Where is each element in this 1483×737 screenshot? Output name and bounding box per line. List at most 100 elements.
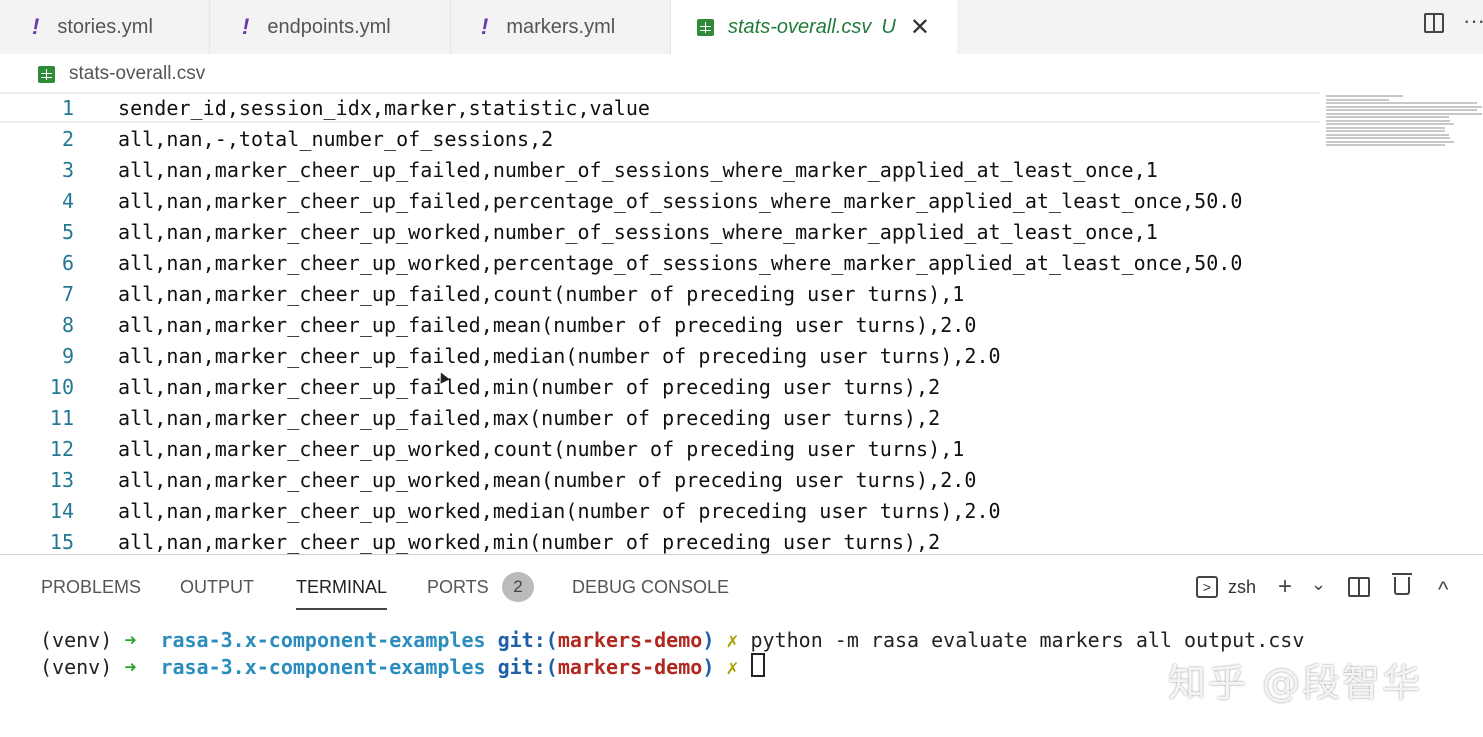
tab-endpoints-yml[interactable]: ! endpoints.yml [210,0,451,54]
terminal-line[interactable]: (venv) ➜ rasa-3.x-component-examples git… [40,653,765,679]
prompt-directory: rasa-3.x-component-examples [160,628,486,652]
prompt-directory: rasa-3.x-component-examples [160,655,486,679]
yaml-file-icon: ! [481,14,489,39]
ports-count-badge: 2 [502,572,534,602]
venv-label: (venv) [40,628,113,652]
code-line[interactable]: 15 all,nan,marker_cheer_up_worked,min(num… [0,526,1320,557]
tab-stories-yml[interactable]: ! stories.yml [0,0,210,54]
code-line[interactable]: 14 all,nan,marker_cheer_up_worked,median(… [0,495,1320,526]
chevron-down-icon[interactable]: ⌄ [1311,569,1326,599]
minimap-line [1326,112,1482,115]
minimap-line [1326,119,1450,122]
minimap[interactable] [1326,92,1483,148]
git-suffix: ) [702,628,715,652]
tab-label: stats-overall.csv [728,15,872,38]
tab-label: stories.yml [57,15,153,38]
new-terminal-icon[interactable]: + [1278,572,1292,602]
code-text: all,nan,-,total_number_of_sessions,2 [118,126,554,151]
minimap-line [1326,102,1477,104]
csv-file-icon [697,18,714,36]
more-actions-icon[interactable]: ··· [1463,8,1483,34]
tab-stats-overall-csv[interactable]: stats-overall.csv U ✕ [671,0,957,54]
code-line[interactable]: 8 all,nan,marker_cheer_up_failed,mean(num… [0,309,1320,340]
code-line[interactable]: 6 all,nan,marker_cheer_up_worked,percenta… [0,247,1320,278]
trash-icon[interactable] [1392,573,1412,595]
split-terminal-icon[interactable] [1348,577,1370,597]
code-text: all,nan,marker_cheer_up_failed,max(numbe… [118,405,941,430]
minimap-line [1326,144,1445,146]
line-number: 7 [61,281,74,306]
code-text: all,nan,marker_cheer_up_worked,min(numbe… [118,529,941,554]
minimap-line [1326,130,1445,132]
line-number: 11 [49,405,74,430]
code-line[interactable]: 2 all,nan,-,total_number_of_sessions,2 [0,123,1320,154]
minimap-line [1326,109,1477,111]
line-number: 1 [61,95,74,120]
line-number: 2 [61,126,74,151]
line-number: 8 [61,312,74,337]
breadcrumb[interactable]: stats-overall.csv [38,60,205,88]
code-line[interactable]: 1 sender_id,session_idx,marker,statistic,… [0,92,1320,123]
breadcrumb-file: stats-overall.csv [69,63,206,84]
code-line[interactable]: 3 all,nan,marker_cheer_up_failed,number_o… [0,154,1320,185]
split-editor-icon[interactable] [1424,13,1444,33]
code-line[interactable]: 5 all,nan,marker_cheer_up_worked,number_o… [0,216,1320,247]
code-line[interactable]: 9 all,nan,marker_cheer_up_failed,median(n… [0,340,1320,371]
tab-problems[interactable]: PROBLEMS [41,575,141,599]
prompt-arrow-icon: ➜ [124,628,137,652]
code-line[interactable]: 10 all,nan,marker_cheer_up_failed,min(num… [0,371,1320,402]
git-prefix: git:( [497,628,558,652]
terminal-cursor [750,653,765,677]
code-text: all,nan,marker_cheer_up_failed,min(numbe… [118,374,941,399]
git-branch: markers-demo [557,628,703,652]
close-icon[interactable]: ✕ [910,13,930,42]
tab-output[interactable]: OUTPUT [180,575,254,599]
code-text: all,nan,marker_cheer_up_worked,mean(numb… [118,467,977,492]
code-text: all,nan,marker_cheer_up_failed,percentag… [118,188,1243,213]
yaml-file-icon: ! [242,14,250,39]
line-number: 15 [49,529,74,554]
shell-name: zsh [1228,576,1257,597]
minimap-line [1326,133,1449,136]
line-number: 12 [49,436,74,461]
line-number: 10 [49,374,74,399]
code-text: sender_id,session_idx,marker,statistic,v… [118,95,651,120]
code-line[interactable]: 11 all,nan,marker_cheer_up_failed,max(num… [0,402,1320,433]
code-line[interactable]: 4 all,nan,marker_cheer_up_failed,percenta… [0,185,1320,216]
code-text: all,nan,marker_cheer_up_worked,number_of… [118,219,1158,244]
csv-file-icon [38,65,55,83]
code-line[interactable]: 12 all,nan,marker_cheer_up_worked,count(n… [0,433,1320,464]
tab-ports[interactable]: PORTS [427,575,489,599]
terminal-command: python -m rasa evaluate markers all outp… [750,628,1305,652]
tab-label: markers.yml [506,15,616,38]
code-line[interactable]: 7 all,nan,marker_cheer_up_failed,count(nu… [0,278,1320,309]
terminal-line: (venv) ➜ rasa-3.x-component-examples git… [40,628,1304,652]
code-text: all,nan,marker_cheer_up_worked,percentag… [118,250,1243,275]
code-text: all,nan,marker_cheer_up_failed,number_of… [118,157,1158,182]
git-prefix: git:( [497,655,558,679]
code-text: all,nan,marker_cheer_up_worked,count(num… [118,436,965,461]
minimap-line [1326,123,1454,125]
line-number: 6 [61,250,74,275]
line-number: 3 [61,157,74,182]
line-number: 13 [49,467,74,492]
tab-terminal[interactable]: TERMINAL [296,575,388,610]
minimap-line [1326,137,1450,139]
line-number: 5 [61,219,74,244]
watermark: 知乎 @段智华 [1168,661,1423,705]
minimap-line [1326,95,1403,97]
yaml-file-icon: ! [32,14,40,39]
code-line[interactable]: 13 all,nan,marker_cheer_up_worked,mean(nu… [0,464,1320,495]
tab-markers-yml[interactable]: ! markers.yml [451,0,671,54]
dirty-mark-icon: ✗ [726,628,739,652]
terminal-shell-selector[interactable]: > zsh [1196,574,1256,600]
code-text: all,nan,marker_cheer_up_failed,count(num… [118,281,965,306]
code-editor[interactable]: 1 sender_id,session_idx,marker,statistic,… [0,92,1483,554]
code-text: all,nan,marker_cheer_up_failed,median(nu… [118,343,1001,368]
git-suffix: ) [702,655,715,679]
tab-debug-console[interactable]: DEBUG CONSOLE [572,575,729,599]
chevron-up-icon[interactable]: ^ [1438,575,1448,605]
line-number: 9 [61,343,74,368]
tab-label: endpoints.yml [267,15,391,38]
minimap-line [1326,126,1445,129]
